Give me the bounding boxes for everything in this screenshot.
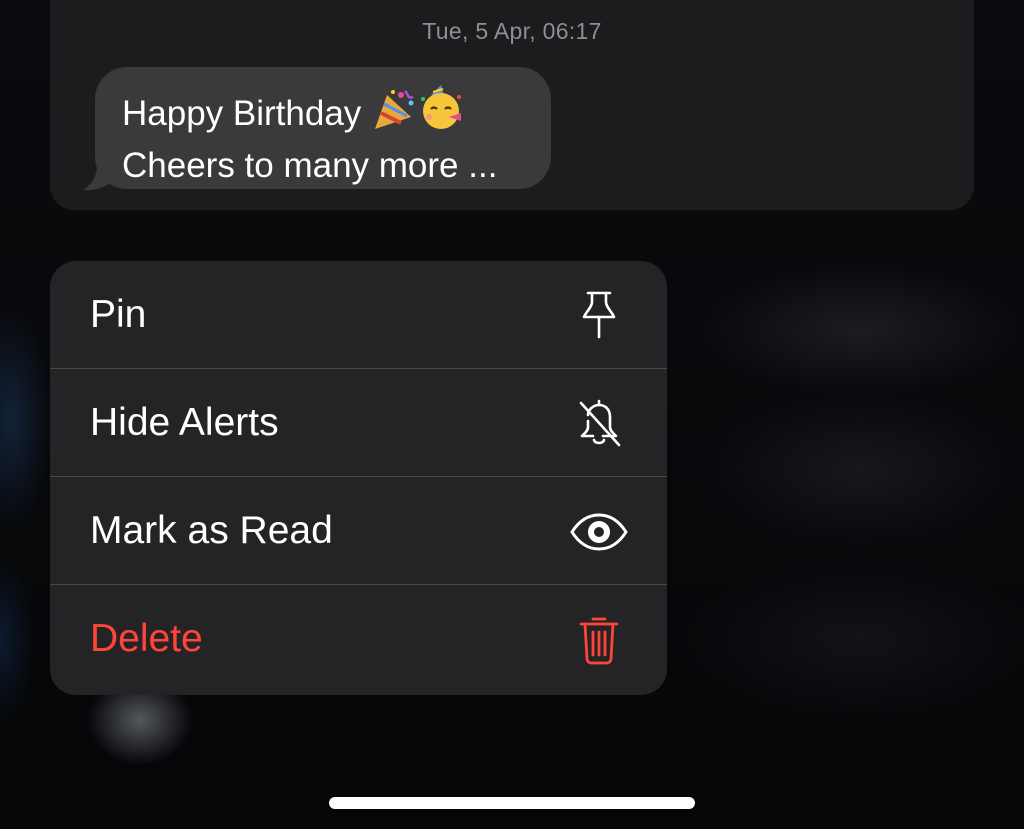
menu-item-hide-alerts-label: Hide Alerts [90,401,279,444]
home-indicator[interactable] [329,797,695,809]
eye-icon [570,513,628,551]
menu-item-pin-label: Pin [90,293,147,336]
menu-item-delete-label: Delete [90,617,203,660]
menu-item-mark-as-read[interactable]: Mark as Read [50,477,667,585]
message-line-1-text: Happy Birthday [122,94,362,133]
menu-item-mark-as-read-label: Mark as Read [90,509,333,552]
message-text: Happy Birthday Cheers to many more ... [122,85,497,189]
menu-item-delete[interactable]: Delete [50,585,667,694]
menu-item-hide-alerts[interactable]: Hide Alerts [50,369,667,477]
message-bubble: Happy Birthday Cheers to many more ... [95,67,551,189]
message-timestamp: Tue, 5 Apr, 06:17 [422,18,602,44]
trash-icon [579,617,619,665]
partying-face-emoji [417,85,465,143]
pin-icon [582,291,616,339]
party-popper-emoji [371,89,417,143]
context-menu: Pin Hide Alerts Mark as Read Delete [50,261,667,695]
message-line-1: Happy Birthday [122,85,497,143]
bell-slash-icon [579,399,621,447]
message-preview-card: Tue, 5 Apr, 06:17 Happy Birthday Cheers … [50,0,974,210]
message-line-2: Cheers to many more ... [122,146,498,185]
menu-item-pin[interactable]: Pin [50,261,667,369]
